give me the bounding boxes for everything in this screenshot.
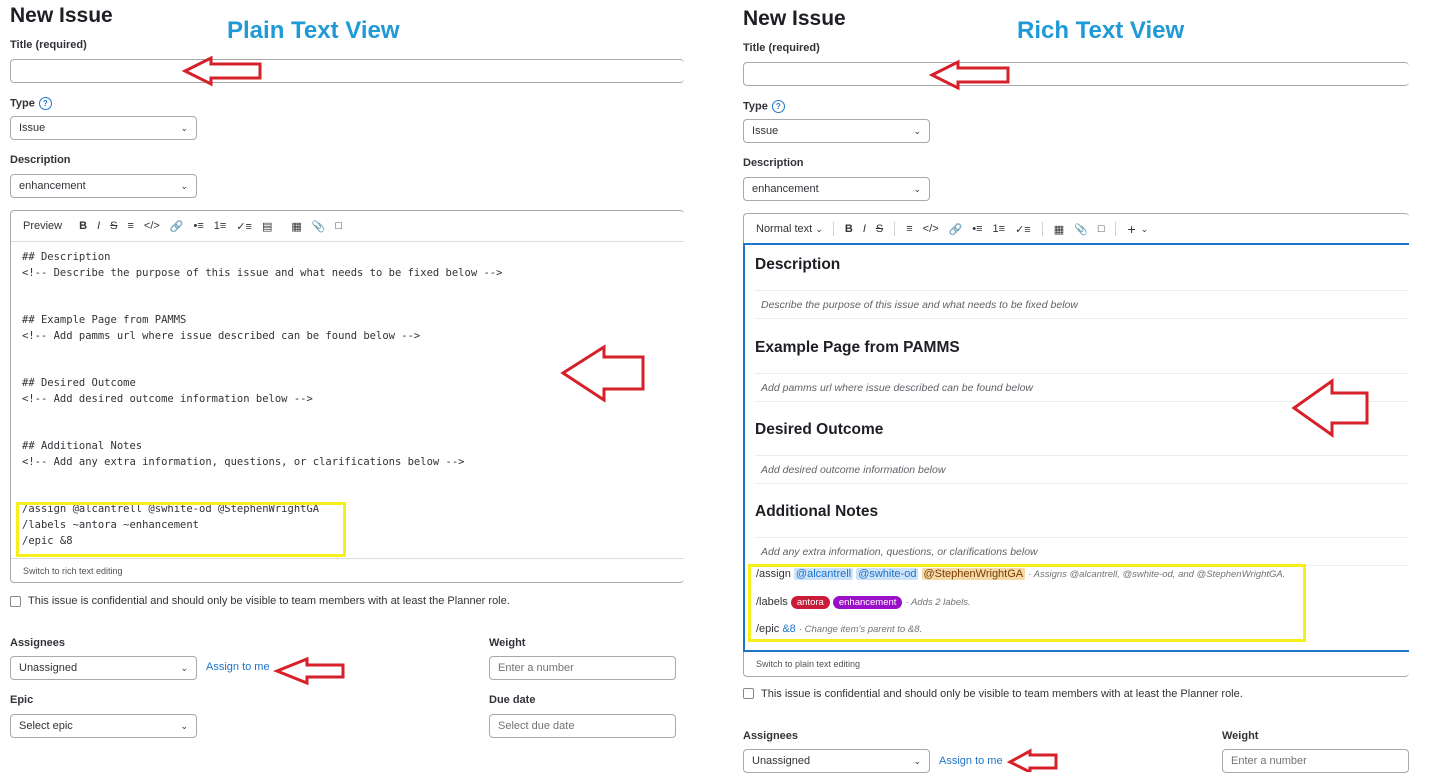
arrow-left-icon — [928, 59, 1010, 91]
arrow-left-icon — [181, 55, 262, 87]
arrow-left-icon — [1291, 378, 1369, 438]
arrow-left-icon — [560, 344, 645, 403]
annotation-arrows — [181, 55, 1369, 772]
arrow-left-icon — [272, 656, 345, 686]
arrow-left-icon — [1006, 748, 1058, 772]
